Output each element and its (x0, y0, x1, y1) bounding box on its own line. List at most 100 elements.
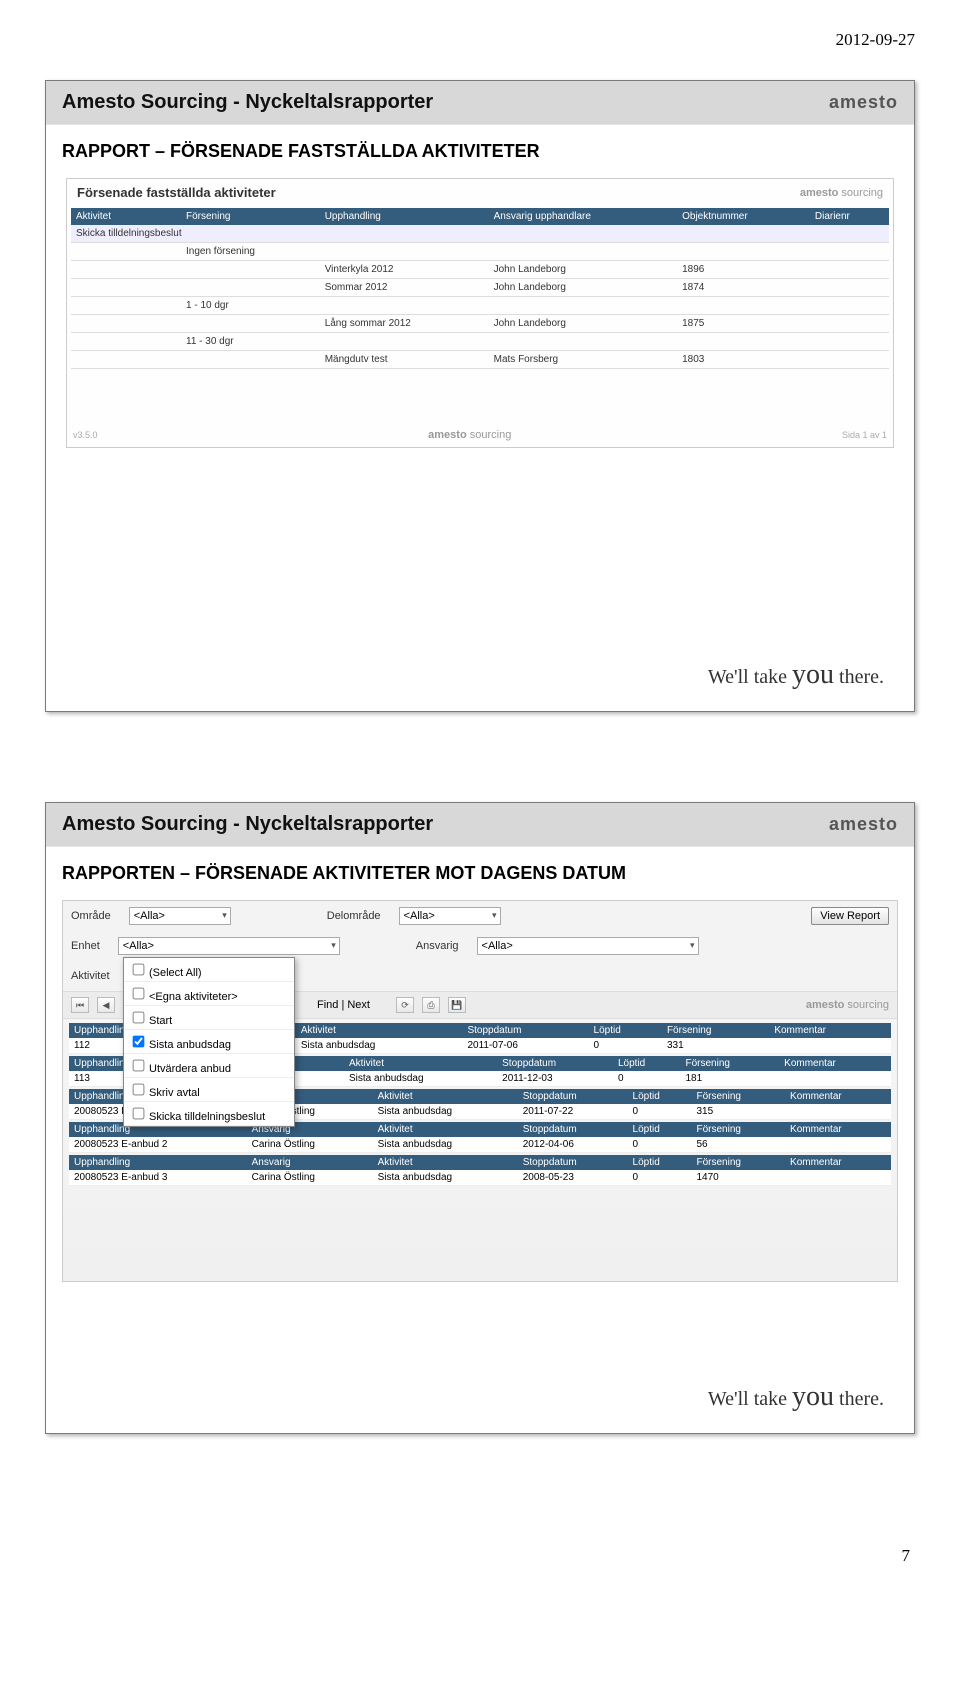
table-row: Mängdutv testMats Forsberg1803 (71, 351, 889, 369)
group-column-header: Upphandling (69, 1155, 247, 1170)
amesto-logo: amesto (829, 814, 898, 835)
nav-prev-icon[interactable]: ◀ (97, 997, 115, 1013)
option-label: Utvärdera anbud (149, 1063, 231, 1075)
table-row: Lång sommar 2012John Landeborg1875 (71, 315, 889, 333)
group-column-header: Försening (692, 1122, 786, 1137)
aktivitet-option[interactable]: (Select All) (124, 958, 294, 982)
aktivitet-option[interactable]: <Egna aktiviteter> (124, 982, 294, 1006)
group-column-header: Kommentar (779, 1056, 891, 1071)
tagline: We'll take you there. (708, 659, 884, 691)
group-column-header: Stoppdatum (462, 1023, 588, 1038)
table-row: 11 - 30 dgr (71, 333, 889, 351)
option-checkbox[interactable] (133, 1012, 145, 1024)
slide-1-subtitle: RAPPORT – FÖRSENADE FASTSTÄLLDA AKTIVITE… (46, 125, 914, 174)
report-viewer: Område <Alla> Delområde <Alla> View Repo… (62, 900, 898, 1282)
table-row: Vinterkyla 2012John Landeborg1896 (71, 261, 889, 279)
aktivitet-option[interactable]: Start (124, 1006, 294, 1030)
ansvarig-dropdown[interactable]: <Alla> (477, 937, 699, 955)
aktivitet-option[interactable]: Sista anbudsdag (124, 1030, 294, 1054)
group-column-header: Aktivitet (373, 1122, 518, 1137)
aktivitet-label: Aktivitet (71, 970, 110, 982)
option-checkbox[interactable] (133, 1036, 145, 1048)
option-checkbox[interactable] (133, 1108, 145, 1120)
omrade-label: Område (71, 910, 111, 922)
group-column-header: Försening (662, 1023, 769, 1038)
tagline: We'll take you there. (708, 1381, 884, 1413)
enhet-label: Enhet (71, 940, 100, 952)
omrade-dropdown[interactable]: <Alla> (129, 907, 231, 925)
export-icon[interactable]: 💾 (448, 997, 466, 1013)
page-number: 7 (902, 1546, 911, 1566)
find-next-label[interactable]: Find | Next (317, 999, 370, 1011)
footer-logo: amesto sourcing (428, 429, 511, 441)
delomrade-dropdown[interactable]: <Alla> (399, 907, 501, 925)
slide-2-subtitle: RAPPORTEN – FÖRSENADE AKTIVITETER MOT DA… (46, 847, 914, 896)
refresh-icon[interactable]: ⟳ (396, 997, 414, 1013)
group-column-header: Ansvarig (247, 1155, 373, 1170)
option-checkbox[interactable] (133, 1060, 145, 1072)
report-column-header: Upphandling (320, 208, 489, 225)
group-column-header: Stoppdatum (497, 1056, 613, 1071)
table-row: 20080523 E-anbud 3Carina ÖstlingSista an… (69, 1170, 891, 1186)
report-column-header: Aktivitet (71, 208, 181, 225)
table-row: Ingen försening (71, 243, 889, 261)
option-checkbox[interactable] (133, 964, 145, 976)
activity-row: Skicka tilldelningsbeslut (71, 225, 889, 243)
option-label: Skriv avtal (149, 1087, 200, 1099)
slide-1-header: Amesto Sourcing - Nyckeltalsrapporter am… (46, 81, 914, 125)
option-label: Skicka tilldelningsbeslut (149, 1111, 265, 1123)
option-label: Start (149, 1015, 172, 1027)
group-column-header: Kommentar (769, 1023, 891, 1038)
report-column-header: Diarienr (810, 208, 889, 225)
report-column-header: Försening (181, 208, 320, 225)
ansvarig-label: Ansvarig (416, 940, 459, 952)
group-column-header: Aktivitet (296, 1023, 463, 1038)
viewer-logo: amesto sourcing (806, 999, 889, 1011)
group-column-header: Kommentar (785, 1122, 891, 1137)
aktivitet-option[interactable]: Skicka tilldelningsbeslut (124, 1102, 294, 1126)
aktivitet-options-popup[interactable]: (Select All) <Egna aktiviteter> Start Sista… (123, 957, 295, 1127)
slide-1-title: Amesto Sourcing - Nyckeltalsrapporter (62, 91, 433, 114)
result-group-table: UpphandlingAnsvarigAktivitetStoppdatumLö… (69, 1155, 891, 1186)
group-column-header: Kommentar (785, 1155, 891, 1170)
slide-1: Amesto Sourcing - Nyckeltalsrapporter am… (45, 80, 915, 712)
amesto-logo: amesto (829, 92, 898, 113)
group-column-header: Försening (692, 1089, 786, 1104)
group-column-header: Aktivitet (373, 1089, 518, 1104)
group-column-header: Aktivitet (344, 1056, 497, 1071)
option-label: (Select All) (149, 967, 202, 979)
group-column-header: Löptid (628, 1089, 692, 1104)
table-row: 20080523 E-anbud 2Carina ÖstlingSista an… (69, 1137, 891, 1153)
table-row: 1 - 10 dgr (71, 297, 889, 315)
group-column-header: Stoppdatum (518, 1089, 628, 1104)
footer-version: v3.5.0 (73, 430, 98, 440)
slide-2-header: Amesto Sourcing - Nyckeltalsrapporter am… (46, 803, 914, 847)
report-table: AktivitetFörseningUpphandlingAnsvarig up… (71, 208, 889, 369)
slide-2-title: Amesto Sourcing - Nyckeltalsrapporter (62, 813, 433, 836)
group-column-header: Aktivitet (373, 1155, 518, 1170)
view-report-button[interactable]: View Report (811, 907, 889, 925)
option-label: Sista anbudsdag (149, 1039, 231, 1051)
report-column-header: Objektnummer (677, 208, 810, 225)
option-label: <Egna aktiviteter> (149, 991, 238, 1003)
group-column-header: Stoppdatum (518, 1122, 628, 1137)
delomrade-label: Delområde (327, 910, 381, 922)
aktivitet-option[interactable]: Utvärdera anbud (124, 1054, 294, 1078)
group-column-header: Kommentar (785, 1089, 891, 1104)
option-checkbox[interactable] (133, 988, 145, 1000)
group-column-header: Löptid (613, 1056, 680, 1071)
enhet-dropdown[interactable]: <Alla> (118, 937, 340, 955)
report-column-header: Ansvarig upphandlare (489, 208, 677, 225)
slide-2: Amesto Sourcing - Nyckeltalsrapporter am… (45, 802, 915, 1434)
nav-first-icon[interactable]: ⏮ (71, 997, 89, 1013)
option-checkbox[interactable] (133, 1084, 145, 1096)
group-column-header: Försening (680, 1056, 779, 1071)
group-column-header: Löptid (628, 1122, 692, 1137)
group-column-header: Löptid (628, 1155, 692, 1170)
report-preview-box: Försenade fastställda aktiviteter amesto… (66, 178, 894, 448)
page-date: 2012-09-27 (45, 30, 915, 50)
print-icon[interactable]: ⎙ (422, 997, 440, 1013)
footer-page: Sida 1 av 1 (842, 430, 887, 440)
group-column-header: Stoppdatum (518, 1155, 628, 1170)
aktivitet-option[interactable]: Skriv avtal (124, 1078, 294, 1102)
